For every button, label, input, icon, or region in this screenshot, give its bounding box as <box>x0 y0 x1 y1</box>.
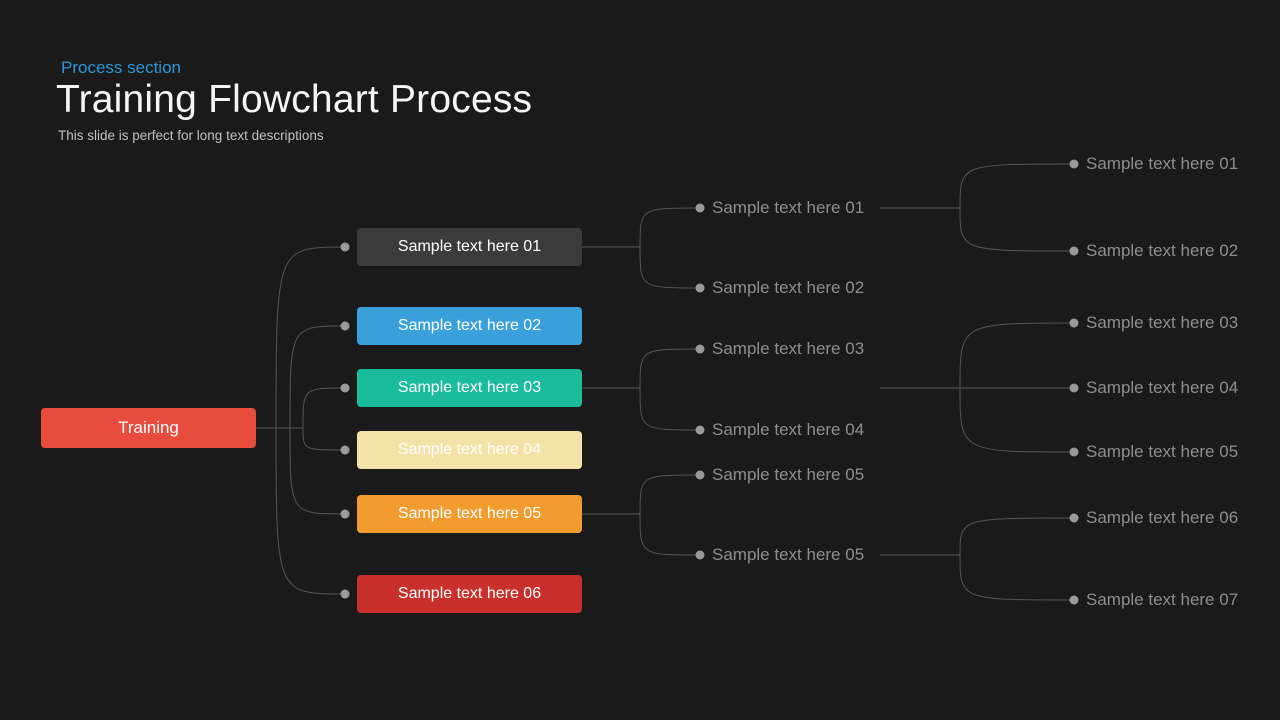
level1-node-label: Sample text here 02 <box>398 317 541 335</box>
level1-node-label: Sample text here 03 <box>398 379 541 397</box>
level1-node-label: Sample text here 01 <box>398 238 541 256</box>
level3-node-q3: Sample text here 05 <box>1086 442 1238 462</box>
level3-node-r2: Sample text here 07 <box>1086 590 1238 610</box>
level1-node-label: Sample text here 06 <box>398 585 541 603</box>
level1-node-label: Sample text here 04 <box>398 441 541 459</box>
level2-node-a2: Sample text here 02 <box>712 278 864 298</box>
level1-node-4: Sample text here 04 <box>357 431 582 469</box>
slide-canvas: Process section Training Flowchart Proce… <box>0 0 1280 720</box>
level1-node-1: Sample text here 01 <box>357 228 582 266</box>
level3-node-q1: Sample text here 03 <box>1086 313 1238 333</box>
level2-node-b1: Sample text here 03 <box>712 339 864 359</box>
level3-node-p2: Sample text here 02 <box>1086 241 1238 261</box>
level1-node-label: Sample text here 05 <box>398 505 541 523</box>
level3-node-q2: Sample text here 04 <box>1086 378 1238 398</box>
level1-node-2: Sample text here 02 <box>357 307 582 345</box>
section-label: Process section <box>61 58 181 78</box>
level2-node-c1: Sample text here 05 <box>712 465 864 485</box>
level1-node-6: Sample text here 06 <box>357 575 582 613</box>
level3-node-r1: Sample text here 06 <box>1086 508 1238 528</box>
root-node-label: Training <box>118 418 179 438</box>
level3-node-p1: Sample text here 01 <box>1086 154 1238 174</box>
level1-node-3: Sample text here 03 <box>357 369 582 407</box>
root-node-training: Training <box>41 408 256 448</box>
page-title: Training Flowchart Process <box>56 78 532 122</box>
level2-node-c2: Sample text here 05 <box>712 545 864 565</box>
page-subtitle: This slide is perfect for long text desc… <box>58 128 324 143</box>
level2-node-a1: Sample text here 01 <box>712 198 864 218</box>
level1-node-5: Sample text here 05 <box>357 495 582 533</box>
level2-node-b2: Sample text here 04 <box>712 420 864 440</box>
